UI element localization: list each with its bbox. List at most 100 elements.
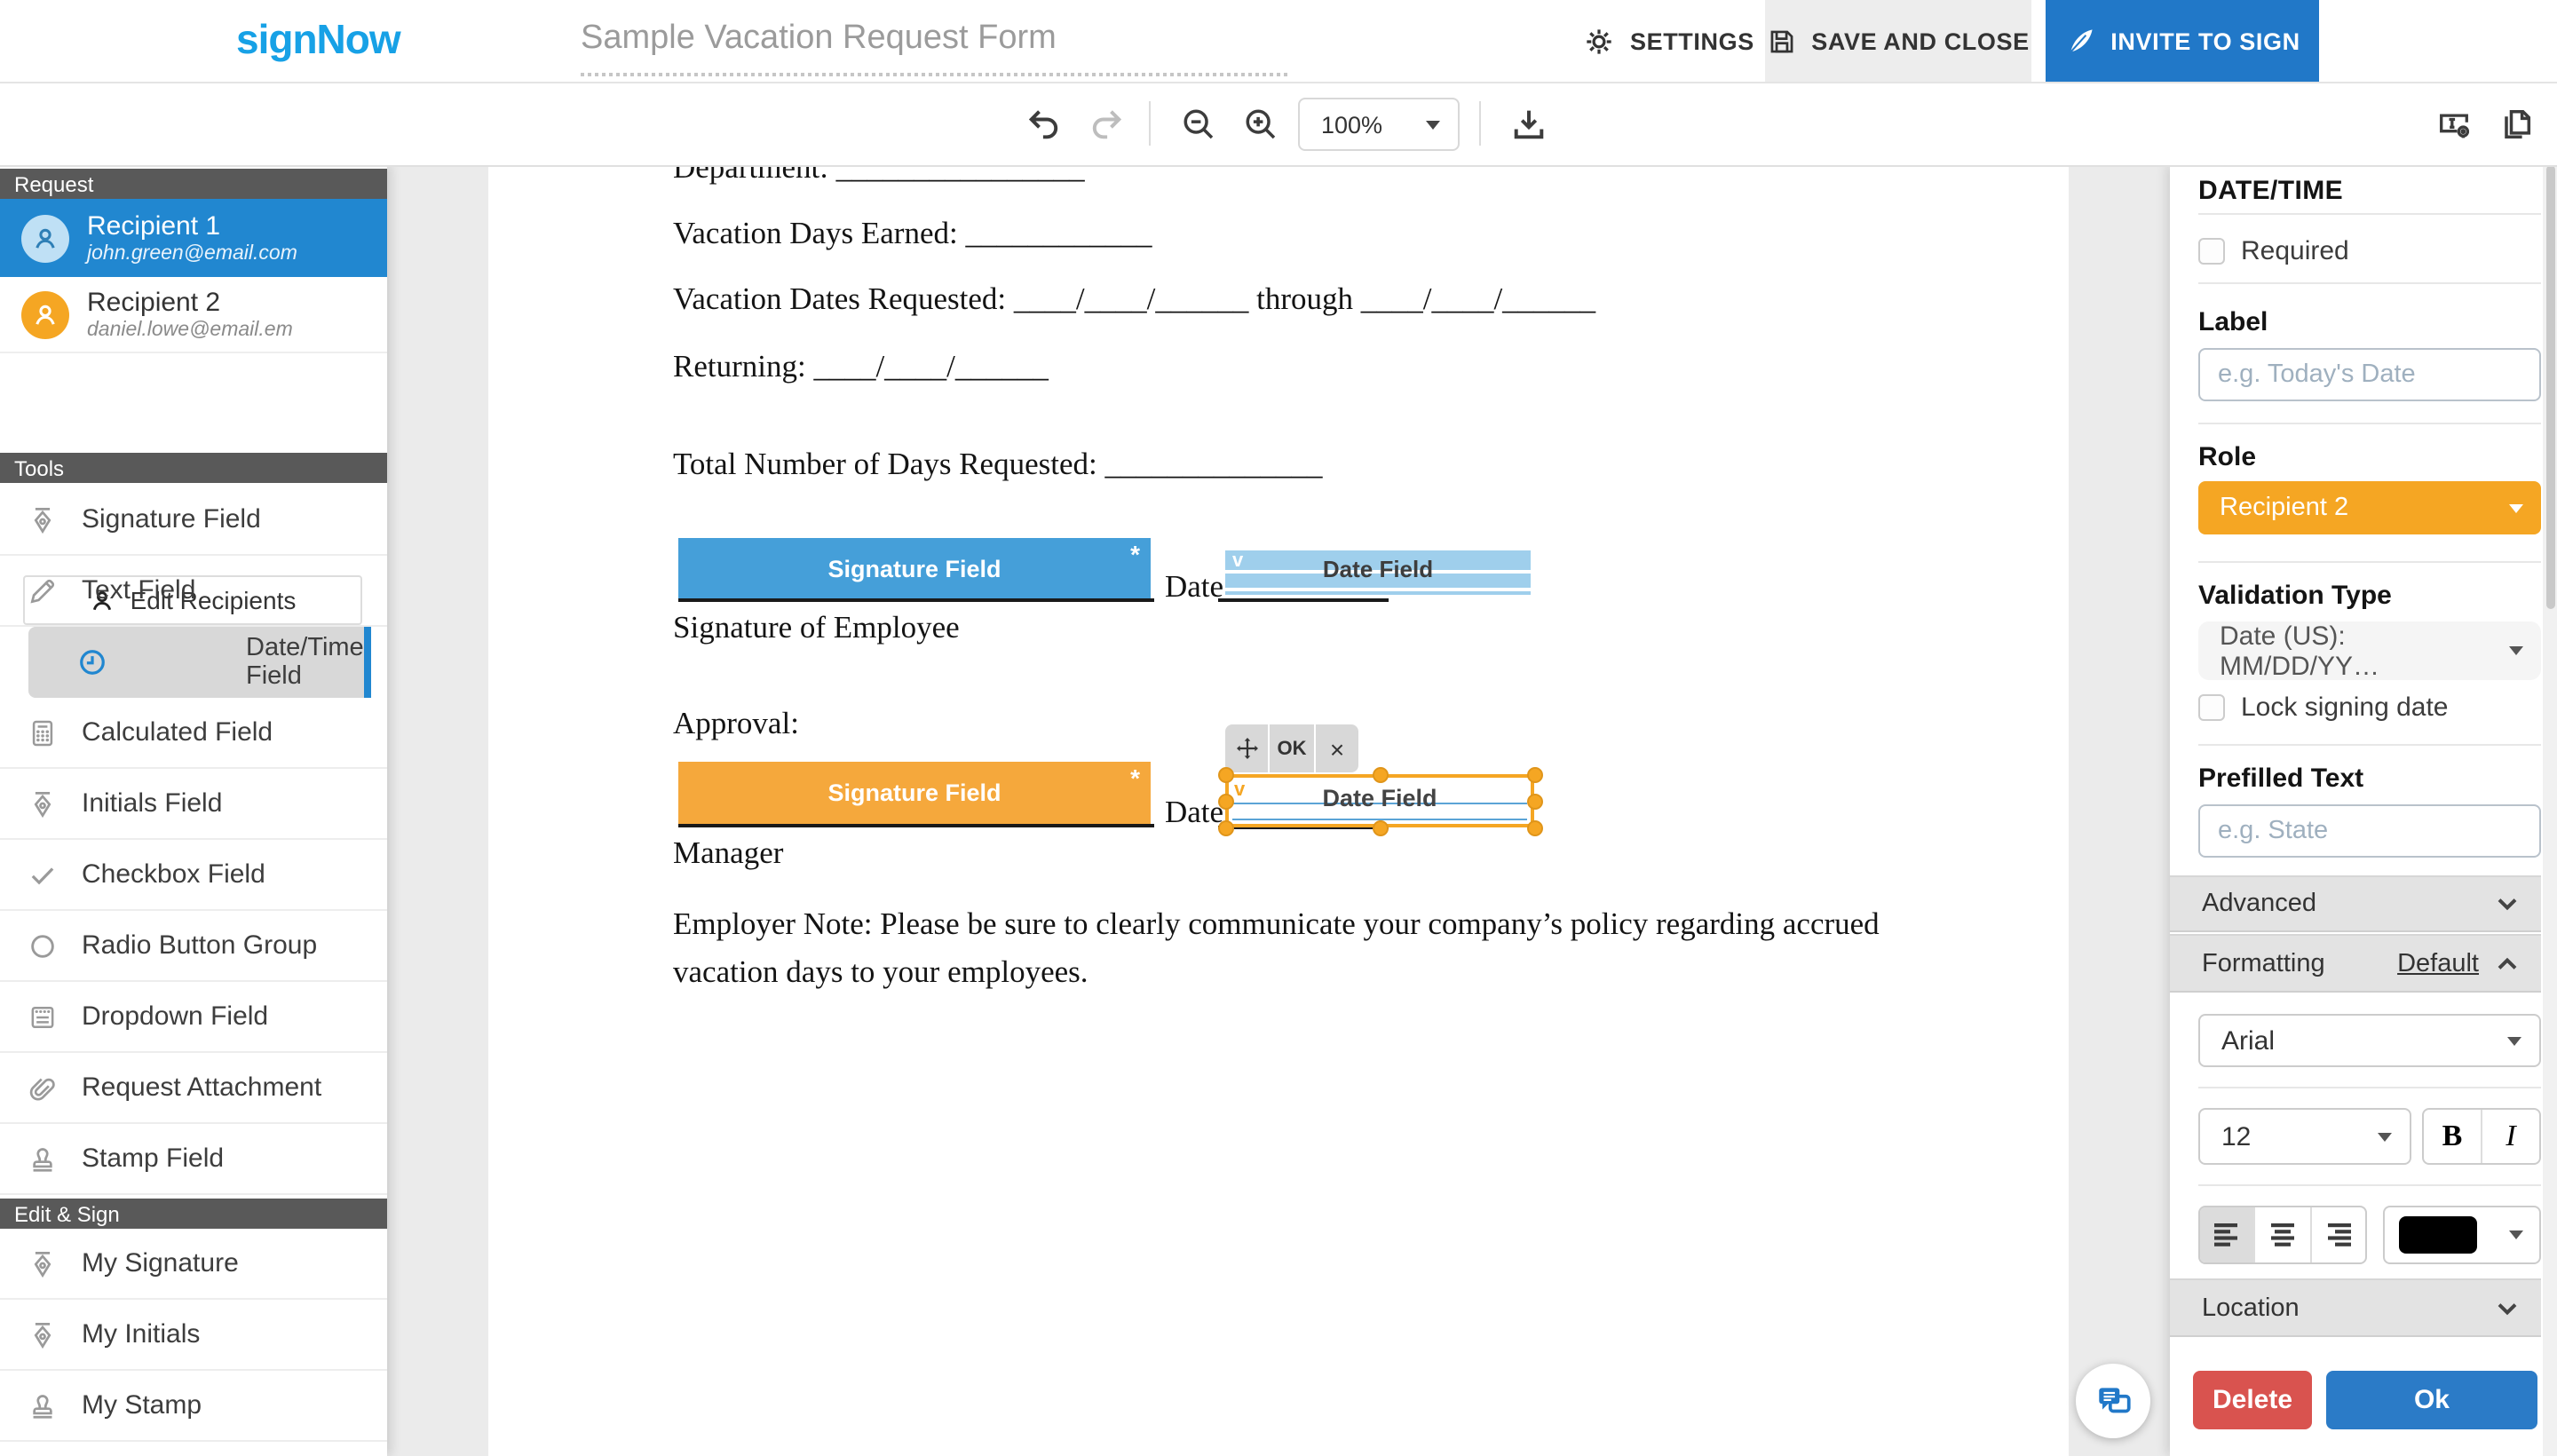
field-close-button[interactable]: × [1316, 724, 1358, 772]
zoom-in-icon[interactable] [1241, 105, 1280, 144]
date-line [1218, 598, 1389, 602]
required-checkbox[interactable] [2198, 238, 2225, 265]
resize-handle[interactable] [1527, 767, 1543, 783]
sidebar-item-stamp-field[interactable]: Stamp Field [0, 1124, 387, 1195]
doc-line-approval: Approval: [673, 705, 799, 742]
resize-handle[interactable] [1218, 794, 1234, 810]
advanced-accordion[interactable]: Advanced [2170, 875, 2541, 932]
sidebar-item-my-signature[interactable]: My Signature [0, 1229, 387, 1300]
avatar [21, 214, 69, 262]
label-input[interactable] [2198, 348, 2541, 401]
lock-signing-date-label: Lock signing date [2241, 692, 2449, 723]
clock-icon [76, 645, 202, 677]
required-asterisk: * [1130, 764, 1140, 792]
date-field-line [1225, 588, 1531, 590]
sidebar-item-initials-field[interactable]: Initials Field [0, 769, 387, 840]
resize-handle[interactable] [1218, 820, 1234, 836]
doc-line-returning: Returning: ____/____/______ [673, 348, 1049, 385]
role-label: Role [2198, 442, 2256, 472]
sidebar-item-label: My Signature [82, 1248, 239, 1278]
font-size-value: 12 [2221, 1121, 2378, 1151]
toolbar-divider [1149, 101, 1151, 146]
delete-button[interactable]: Delete [2193, 1371, 2312, 1429]
doc-line-total-days: Total Number of Days Requested: ________… [673, 446, 1322, 483]
save-and-close-button[interactable]: SAVE AND CLOSE [1765, 0, 2031, 82]
panel-title: DATE/TIME [2198, 176, 2343, 206]
prefilled-text-label: Prefilled Text [2198, 764, 2363, 794]
invite-to-sign-button[interactable]: INVITE TO SIGN [2046, 0, 2319, 82]
font-family-dropdown[interactable]: Arial [2198, 1014, 2541, 1067]
sidebar-item-datetime-field[interactable]: Date/Time Field [28, 627, 371, 698]
resize-handle[interactable] [1373, 820, 1389, 836]
sidebar-item-my-stamp[interactable]: My Stamp [0, 1371, 387, 1442]
redo-icon[interactable] [1087, 105, 1126, 144]
stamp-icon [27, 1389, 59, 1421]
recipient-email: john.green@email.com [87, 243, 297, 265]
validation-type-dropdown[interactable]: Date (US): MM/DD/YY… [2198, 621, 2541, 680]
date-field-recipient1[interactable]: v Date Field [1225, 550, 1531, 595]
pen-nib-icon [27, 503, 59, 535]
sidebar-item-dropdown-field[interactable]: Dropdown Field [0, 982, 387, 1053]
signature-field-recipient2[interactable]: Signature Field * [678, 762, 1151, 824]
recipient-1-item[interactable]: Recipient 1 john.green@email.com [0, 199, 387, 277]
sidebar-item-request-attachment[interactable]: Request Attachment [0, 1053, 387, 1124]
lock-signing-date-checkbox[interactable] [2198, 694, 2225, 721]
chat-fab-button[interactable] [2076, 1364, 2150, 1438]
recipient-2-item[interactable]: Recipient 2 daniel.lowe@email.em [0, 277, 387, 353]
font-color-dropdown[interactable] [2383, 1206, 2541, 1264]
recipient-name: Recipient 1 [87, 211, 297, 241]
formatting-default-link[interactable]: Default [2397, 949, 2479, 977]
move-field-button[interactable] [1225, 724, 1268, 772]
font-size-dropdown[interactable]: 12 [2198, 1108, 2411, 1165]
doc-line-dates-requested: Vacation Dates Requested: ____/____/____… [673, 281, 1595, 318]
signnow-editor: signNow Sample Vacation Request Form SET… [0, 0, 2557, 1456]
zoom-out-icon[interactable] [1179, 105, 1218, 144]
divider [2198, 282, 2541, 284]
field-ok-button[interactable]: OK [1270, 724, 1314, 772]
sidebar-item-my-initials[interactable]: My Initials [0, 1300, 387, 1371]
divider [2198, 1087, 2541, 1088]
field-settings-icon[interactable] [2434, 105, 2474, 144]
label-label: Label [2198, 307, 2268, 337]
formatting-accordion[interactable]: Formatting Default [2170, 934, 2541, 993]
chevron-down-icon [2378, 1132, 2392, 1141]
sidebar-item-label: Stamp Field [82, 1143, 224, 1174]
role-dropdown[interactable]: Recipient 2 [2198, 481, 2541, 534]
sidebar-item-radio-button-group[interactable]: Radio Button Group [0, 911, 387, 982]
sidebar-item-calculated-field[interactable]: Calculated Field [0, 698, 387, 769]
zoom-level-dropdown[interactable]: 100% [1298, 98, 1460, 151]
align-right-button[interactable] [2309, 1207, 2365, 1262]
bold-button[interactable]: B [2424, 1110, 2481, 1163]
download-icon[interactable] [1509, 105, 1548, 144]
pages-icon[interactable] [2497, 105, 2536, 144]
undo-icon[interactable] [1025, 105, 1064, 144]
resize-handle[interactable] [1527, 820, 1543, 836]
resize-handle[interactable] [1218, 767, 1234, 783]
document-page[interactable]: Department: ________________ Vacation Da… [488, 165, 2069, 1456]
ok-button[interactable]: Ok [2326, 1371, 2537, 1429]
sidebar-item-checkbox-field[interactable]: Checkbox Field [0, 840, 387, 911]
chevron-down-icon [1426, 120, 1440, 129]
sidebar-item-label: Dropdown Field [82, 1001, 268, 1032]
align-left-button[interactable] [2200, 1207, 2254, 1262]
signnow-logo: signNow [236, 16, 400, 64]
settings-button[interactable]: SETTINGS [1582, 0, 1754, 82]
sidebar-item-signature-field[interactable]: Signature Field [0, 485, 387, 556]
document-title-input[interactable]: Sample Vacation Request Form [581, 20, 1057, 59]
paperclip-icon [27, 1072, 59, 1104]
signature-field-recipient1[interactable]: Signature Field * [678, 538, 1151, 598]
required-label: Required [2241, 236, 2349, 266]
align-center-button[interactable] [2254, 1207, 2310, 1262]
doc-date-label: Date [1165, 568, 1223, 605]
resize-handle[interactable] [1527, 794, 1543, 810]
panel-scrollbar-thumb[interactable] [2545, 165, 2554, 609]
prefilled-text-input[interactable] [2198, 804, 2541, 858]
save-and-close-label: SAVE AND CLOSE [1811, 28, 2029, 54]
sidebar-item-label: Radio Button Group [82, 930, 317, 961]
signature-line [678, 824, 1154, 827]
location-accordion[interactable]: Location [2170, 1278, 2541, 1337]
sidebar-item-text-field[interactable]: Text Field [0, 556, 387, 627]
request-section-header: Request [0, 169, 387, 199]
italic-button[interactable]: I [2481, 1110, 2539, 1163]
resize-handle[interactable] [1373, 767, 1389, 783]
